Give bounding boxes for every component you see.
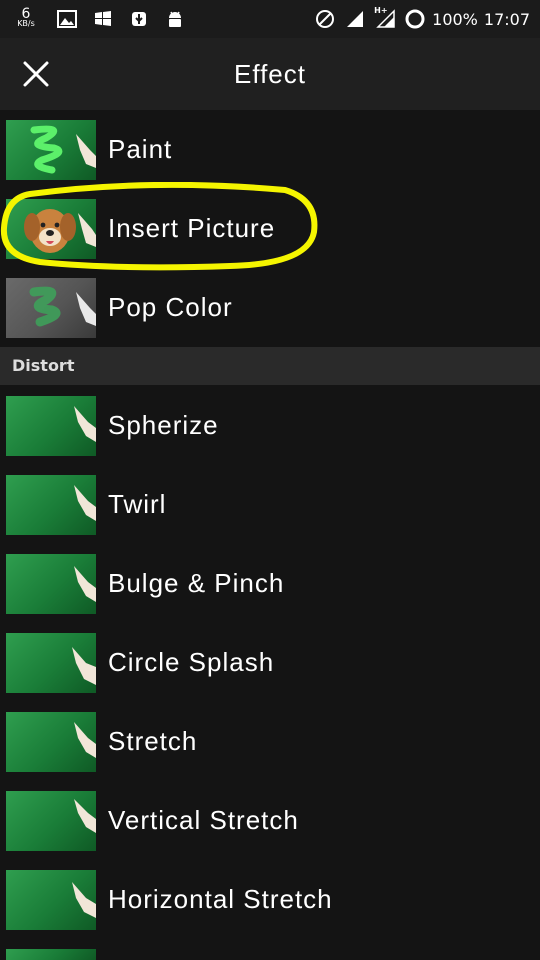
effect-item-partial[interactable] <box>0 939 540 960</box>
pop-color-thumbnail <box>6 278 96 338</box>
paint-thumbnail <box>6 120 96 180</box>
vertical-stretch-thumbnail <box>6 791 96 851</box>
twirl-thumbnail <box>6 475 96 535</box>
effect-item-pop-color[interactable]: Pop Color <box>0 268 540 348</box>
partial-thumbnail <box>6 949 96 960</box>
section-header-distort: Distort <box>0 347 540 385</box>
effect-label: Twirl <box>108 489 167 519</box>
app-toolbar: Effect <box>0 38 540 110</box>
bulge-pinch-thumbnail <box>6 554 96 614</box>
effect-item-spherize[interactable]: Spherize <box>0 386 540 466</box>
page-title: Effect <box>233 59 306 89</box>
effect-label: Vertical Stretch <box>108 805 299 835</box>
network-speed: 6 KB/s <box>10 6 42 29</box>
close-button[interactable] <box>14 52 58 96</box>
clock: 17:07 <box>483 9 530 29</box>
effect-item-vertical-stretch[interactable]: Vertical Stretch <box>0 781 540 861</box>
battery-percent: 100% <box>432 9 478 29</box>
horizontal-stretch-thumbnail <box>6 870 96 930</box>
effect-item-bulge-pinch[interactable]: Bulge & Pinch <box>0 544 540 624</box>
windows-icon <box>92 8 114 30</box>
effect-label: Paint <box>108 134 173 164</box>
effect-label: Insert Picture <box>108 213 276 243</box>
insert-picture-thumbnail <box>6 199 96 259</box>
status-bar: 6 KB/s H+ 100% 17:07 <box>0 0 540 38</box>
network-type: H+ <box>374 6 388 15</box>
image-icon <box>56 8 78 30</box>
close-icon <box>23 61 49 87</box>
effect-label: Stretch <box>108 726 198 756</box>
effect-label: Bulge & Pinch <box>108 568 285 598</box>
network-speed-unit: KB/s <box>17 19 35 28</box>
effect-item-stretch[interactable]: Stretch <box>0 702 540 782</box>
stretch-thumbnail <box>6 712 96 772</box>
spherize-thumbnail <box>6 396 96 456</box>
circle-splash-thumbnail <box>6 633 96 693</box>
android-icon <box>164 8 186 30</box>
signal-icon <box>344 8 366 30</box>
do-not-disturb-icon <box>314 8 336 30</box>
network-speed-value: 6 <box>21 6 31 22</box>
effect-item-paint[interactable]: Paint <box>0 110 540 190</box>
signal-hplus-icon: H+ <box>374 6 396 30</box>
effect-item-insert-picture[interactable]: Insert Picture <box>0 189 540 269</box>
usb-icon <box>128 8 150 30</box>
effect-label: Circle Splash <box>108 647 275 677</box>
effect-item-twirl[interactable]: Twirl <box>0 465 540 545</box>
effect-label: Pop Color <box>108 292 233 322</box>
battery-ring-icon <box>404 8 426 30</box>
effect-item-horizontal-stretch[interactable]: Horizontal Stretch <box>0 860 540 940</box>
effect-label: Spherize <box>108 410 219 440</box>
effect-item-circle-splash[interactable]: Circle Splash <box>0 623 540 703</box>
effect-label: Horizontal Stretch <box>108 884 333 914</box>
section-label: Distort <box>12 356 75 375</box>
